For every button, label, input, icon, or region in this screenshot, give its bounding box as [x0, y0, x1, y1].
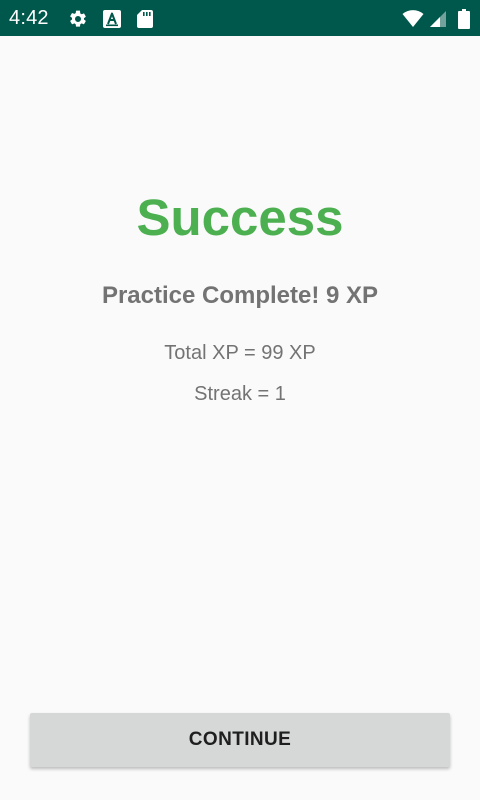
- cell-signal-icon: [428, 9, 448, 29]
- total-xp-text: Total XP = 99 XP: [164, 342, 316, 364]
- success-title: Success: [136, 189, 344, 246]
- font-a-icon: [102, 9, 122, 29]
- wifi-icon: [402, 9, 424, 29]
- status-bar: 4:42: [0, 0, 480, 36]
- continue-button[interactable]: CONTINUE: [30, 713, 450, 767]
- practice-complete-text: Practice Complete! 9 XP: [101, 282, 379, 309]
- settings-gear-icon: [68, 9, 88, 29]
- streak-text: Streak = 1: [194, 383, 286, 405]
- battery-icon: [458, 9, 470, 29]
- sd-card-icon: [136, 9, 156, 29]
- status-time: 4:42: [9, 7, 49, 29]
